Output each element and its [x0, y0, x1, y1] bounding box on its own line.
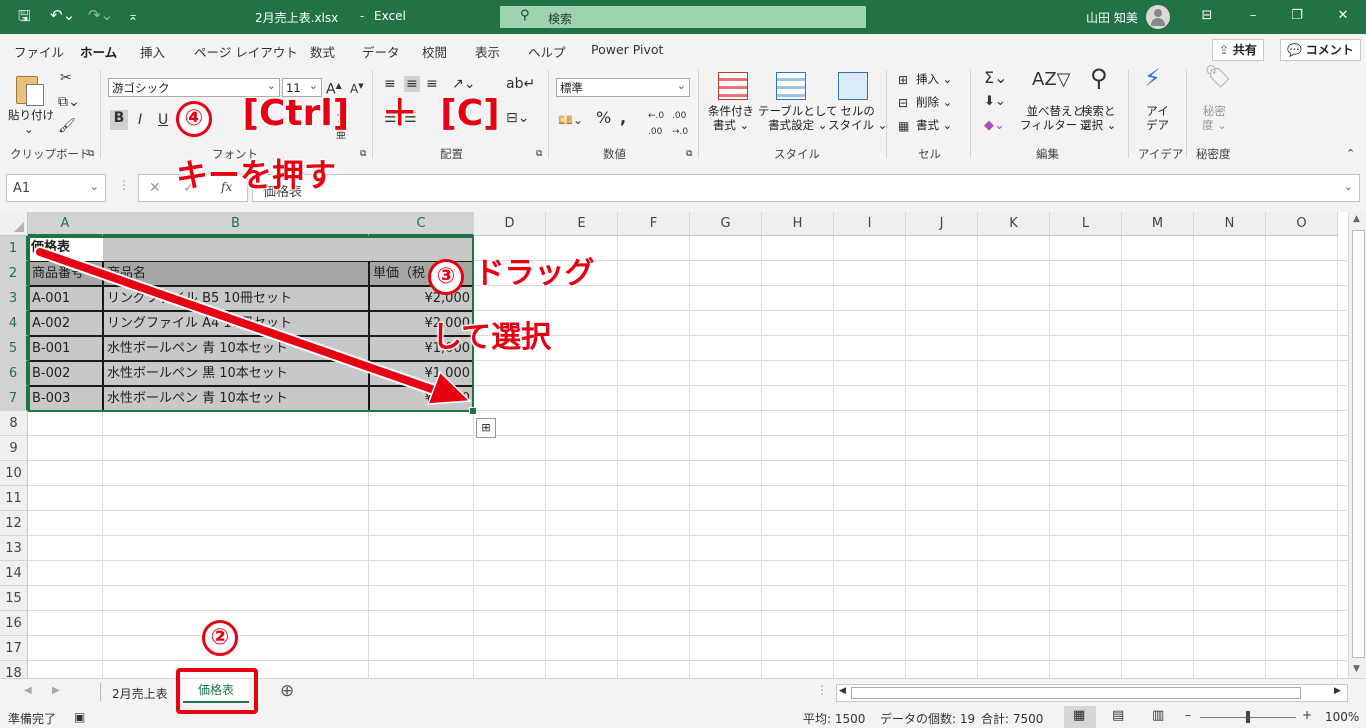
annotation-step4-number: ④: [176, 101, 212, 137]
annotation-step4-text: キーを押す: [176, 156, 337, 194]
annotation-step4-plus: ＋: [381, 93, 418, 134]
annotation-step3-line2: して選択: [432, 320, 552, 355]
annotation-step4: ④ [Ctrl] ＋ [C]: [176, 96, 500, 137]
annotation-step4-key-ctrl: [Ctrl]: [242, 93, 350, 134]
annotation-step4-key-c: [C]: [440, 93, 500, 134]
annotation-step3-line1: ドラッグ: [474, 256, 595, 291]
annotation-step3: ③ ドラッグ: [428, 256, 594, 295]
annotation-step3-number: ③: [428, 259, 464, 295]
annotation-highlight-box: [176, 668, 258, 714]
annotation-step2: ②: [202, 620, 238, 656]
annotation-step2-number: ②: [202, 620, 238, 656]
